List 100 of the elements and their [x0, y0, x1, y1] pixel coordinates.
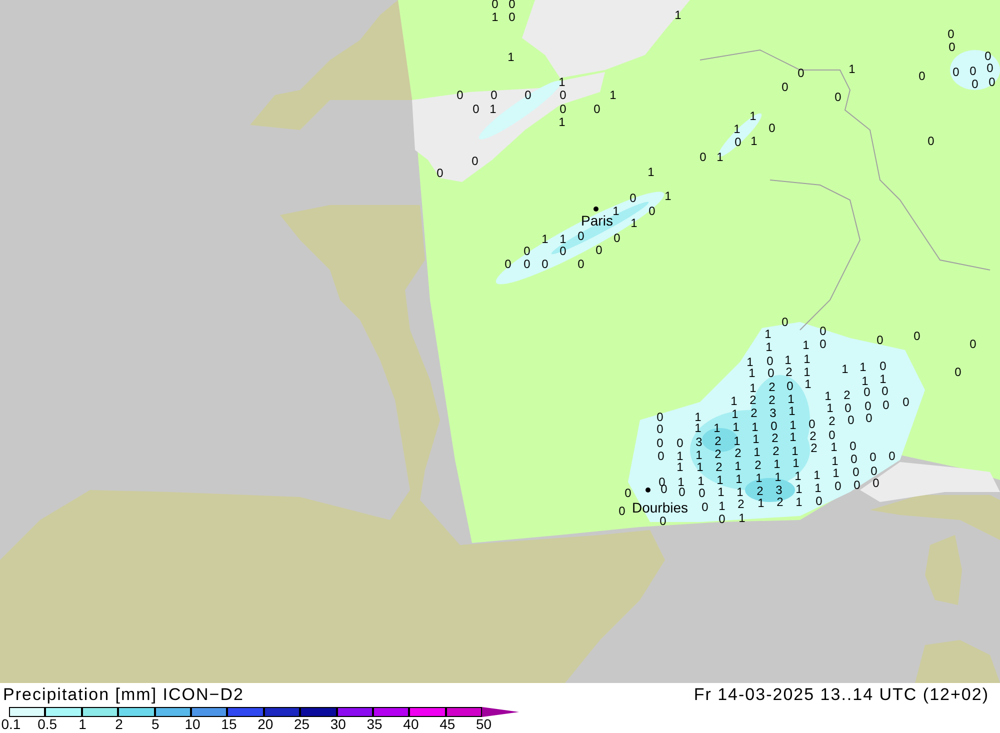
precipitation-value: 1	[508, 50, 514, 64]
precipitation-value: 0	[524, 257, 530, 272]
city-marker-icon	[594, 206, 598, 212]
precipitation-value: 0	[782, 315, 788, 330]
scale-tick-label: 10	[184, 717, 200, 731]
precipitation-value: 0	[850, 452, 858, 466]
precipitation-value: 2	[716, 460, 722, 474]
precipitation-value: 0	[508, 10, 516, 24]
precipitation-value: 2	[738, 497, 744, 512]
precipitation-value: 1	[718, 485, 724, 500]
city-marker-icon	[646, 488, 650, 492]
precipitation-value: 0	[660, 514, 666, 528]
precipitation-value: 0	[492, 0, 498, 12]
precipitation-value: 1	[750, 134, 758, 148]
precipitation-value: 1	[752, 432, 760, 446]
precipitation-value: 0	[844, 401, 852, 416]
precipitation-value: 2	[734, 446, 742, 460]
scale-tick-label: 20	[258, 717, 274, 731]
precipitation-value: 0	[848, 413, 854, 428]
precipitation-value: 1	[758, 496, 764, 510]
precipitation-value: 0	[618, 504, 626, 518]
precipitation-value: 0	[986, 61, 994, 76]
precipitation-value: 1	[788, 392, 794, 406]
precipitation-value: 0	[850, 439, 856, 454]
precipitation-value: 1	[750, 109, 756, 124]
scale-tick-label: 5	[151, 717, 160, 731]
precipitation-value: 1	[842, 362, 848, 376]
precipitation-value: 2	[772, 431, 778, 446]
precipitation-value: 2	[754, 458, 762, 472]
precipitation-value: 0	[700, 150, 706, 164]
precipitation-value: 0	[820, 324, 826, 338]
precipitation-value: 1	[802, 338, 810, 352]
precipitation-value: 2	[714, 447, 722, 462]
precipitation-value: 2	[810, 441, 818, 456]
precipitation-value: 1	[764, 327, 772, 342]
precipitation-value: 0	[472, 154, 478, 168]
precipitation-value: 0	[524, 244, 530, 258]
precipitation-value: 0	[948, 27, 954, 42]
precipitation-value: 1	[814, 481, 822, 496]
precipitation-value: 1	[790, 430, 796, 444]
precipitation-value: 1	[730, 394, 738, 408]
precipitation-value: 0	[870, 464, 878, 478]
precipitation-value: 1	[736, 472, 742, 486]
precipitation-value: 2	[750, 393, 756, 408]
precipitation-value: 1	[804, 352, 810, 366]
precipitation-value: 0	[678, 485, 686, 500]
precipitation-value: 0	[766, 354, 774, 368]
precipitation-value: 0	[524, 88, 532, 102]
precipitation-value: 0	[834, 479, 842, 494]
precipitation-value: 0	[698, 486, 706, 500]
timestamp: Fr 14-03-2025 13..14 UTC (12+02)	[694, 686, 990, 703]
precipitation-value: 1	[796, 495, 802, 510]
precipitation-value: 0	[542, 257, 548, 272]
precipitation-value: 1	[732, 420, 740, 434]
precipitation-value: 1	[804, 377, 812, 392]
precipitation-value: 2	[844, 388, 850, 402]
precipitation-value: 0	[734, 135, 742, 150]
scale-tick-label: 35	[366, 717, 382, 731]
precipitation-value: 0	[854, 478, 860, 492]
precipitation-value: 2	[828, 414, 836, 428]
precipitation-value: 0	[866, 411, 872, 426]
precipitation-value: 1	[750, 381, 756, 396]
precipitation-value: 0	[864, 399, 872, 414]
precipitation-value: 1	[848, 62, 856, 76]
precipitation-value: 3	[776, 483, 782, 498]
precipitation-value: 1	[542, 232, 548, 246]
scale-tick-label: 15	[221, 717, 237, 731]
precipitation-value: 0	[656, 422, 664, 436]
precipitation-value: 1	[792, 456, 800, 470]
precipitation-value: 2	[810, 429, 816, 444]
precipitation-value: 1	[754, 445, 760, 460]
precipitation-value: 0	[882, 384, 888, 398]
precipitation-value: 0	[948, 40, 956, 54]
precipitation-value: 1	[734, 459, 742, 474]
precipitation-value: 0	[852, 465, 860, 480]
precipitation-value: 1	[774, 470, 782, 484]
precipitation-value: 1	[734, 122, 740, 136]
precipitation-value: 0	[578, 257, 584, 272]
precipitation-value: 1	[826, 401, 834, 416]
precipitation-value: 1	[790, 418, 796, 432]
precipitation-value: 1	[648, 165, 654, 180]
precipitation-value: 2	[714, 434, 722, 448]
precipitation-value: 1	[830, 440, 838, 454]
scale-tick-label: 0.5	[38, 717, 58, 731]
precipitation-value: 1	[766, 340, 772, 354]
precipitation-value: 0	[648, 204, 656, 218]
precipitation-value: 0	[768, 121, 776, 136]
precipitation-value: 1	[784, 353, 792, 368]
precipitation-value: 0	[808, 417, 816, 432]
precipitation-value: 0	[798, 66, 804, 80]
precipitation-value: 0	[988, 75, 996, 90]
precipitation-value: 1	[732, 407, 738, 422]
precipitation-value: 1	[814, 468, 820, 482]
scale-tick-label: 40	[403, 717, 419, 731]
precipitation-value: 0	[954, 365, 962, 380]
precipitation-value: 0	[882, 398, 890, 412]
precipitation-value: 0	[876, 333, 884, 348]
precipitation-value: 0	[970, 337, 976, 352]
precipitation-value: 1	[698, 474, 704, 488]
precipitation-value: 0	[490, 88, 498, 102]
